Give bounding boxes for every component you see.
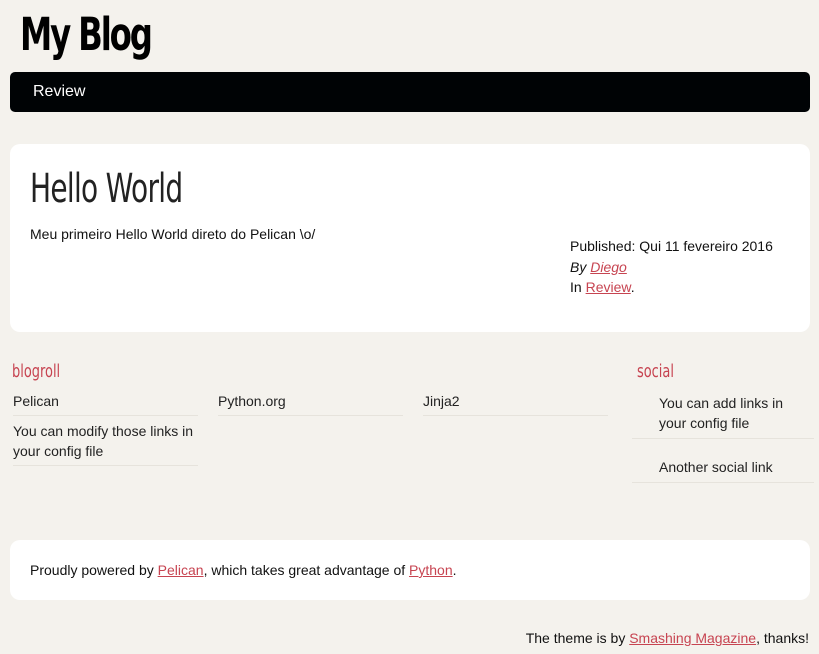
social-link-another[interactable]: Another social link [632, 457, 814, 483]
footer-text: Proudly powered by Pelican, which takes … [30, 562, 457, 578]
footer-middle: , which takes great advantage of [203, 562, 406, 578]
published-line: Published: Qui 11 fevereiro 2016 [570, 236, 773, 257]
author-line: By Diego [570, 257, 773, 278]
article-title[interactable]: Hello World [30, 166, 183, 212]
article-meta: Published: Qui 11 fevereiro 2016 By Dieg… [570, 236, 773, 298]
footer-pelican-link[interactable]: Pelican [158, 562, 204, 578]
theme-credit: The theme is by Smashing Magazine, thank… [526, 630, 809, 646]
in-label: In [570, 279, 582, 295]
main-menu: Review [10, 72, 810, 112]
published-date: Qui 11 fevereiro 2016 [639, 238, 773, 254]
social-heading: social [637, 361, 674, 382]
author-link[interactable]: Diego [590, 259, 627, 275]
footer-suffix: . [452, 562, 457, 578]
credit-suffix: , thanks! [756, 630, 809, 646]
category-period: . [630, 279, 635, 295]
by-label: By [570, 258, 587, 275]
blogroll-link-jinja2[interactable]: Jinja2 [423, 391, 608, 416]
article-panel: Hello World Meu primeiro Hello World dir… [10, 144, 810, 332]
footer-prefix: Proudly powered by [30, 562, 154, 578]
category-link[interactable]: Review [586, 279, 631, 295]
menu-item-review[interactable]: Review [33, 83, 85, 101]
footer-panel: Proudly powered by Pelican, which takes … [10, 540, 810, 600]
category-line: In Review. [570, 277, 773, 298]
site-title[interactable]: My Blog [20, 4, 153, 66]
article-body: Meu primeiro Hello World direto do Pelic… [30, 226, 316, 242]
blogroll-heading: blogroll [12, 361, 61, 382]
blogroll-link-python[interactable]: Python.org [218, 391, 403, 416]
footer-python-link[interactable]: Python [409, 562, 453, 578]
blogroll-link-pelican[interactable]: Pelican [13, 391, 198, 416]
published-label: Published: [570, 238, 636, 254]
blogroll-link-config[interactable]: You can modify those links in your confi… [13, 421, 198, 466]
credit-link[interactable]: Smashing Magazine [629, 630, 756, 646]
social-link-config[interactable]: You can add links in your config file [632, 393, 814, 439]
credit-prefix: The theme is by [525, 630, 626, 646]
